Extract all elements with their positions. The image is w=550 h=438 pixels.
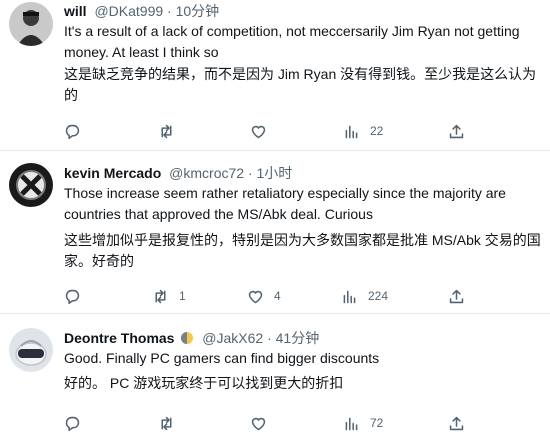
reply-button[interactable] [64, 121, 91, 141]
retweet-button[interactable] [158, 413, 185, 433]
tweet-text: Good. Finally PC gamers can find bigger … [64, 350, 380, 366]
like-button[interactable] [250, 413, 277, 433]
avatar[interactable] [9, 163, 53, 207]
share-button[interactable] [448, 413, 465, 433]
tweet-deontre-thomas[interactable]: Deontre Thomas @JakX62 · 41分钟 Good. Fina… [0, 314, 550, 438]
views-icon [343, 290, 356, 303]
display-name[interactable]: kevin Mercado [64, 165, 161, 181]
like-count: 4 [274, 289, 281, 303]
tweet-header: will @DKat999 · 10分钟 [64, 2, 219, 20]
tweet-translation: 这是缺乏竞争的结果，而不是因为 Jim Ryan 没有得到钱。至少我是这么认为的 [64, 66, 537, 103]
tweet-translation: 这些增加似乎是报复性的，特别是因为大多数国家都是批准 MS/Abk 交易的国家。… [64, 232, 541, 269]
display-name[interactable]: will [64, 3, 87, 19]
share-icon [449, 416, 464, 430]
tweet-kevin-mercado[interactable]: kevin Mercado @kmcroc72 · 1小时 Those incr… [0, 151, 550, 312]
separator-dot: · [167, 3, 172, 19]
tweet-header: kevin Mercado @kmcroc72 · 1小时 [64, 164, 292, 182]
share-icon [449, 289, 464, 303]
display-name[interactable]: Deontre Thomas [64, 330, 174, 346]
reply-icon [65, 289, 80, 304]
tweet-will[interactable]: will @DKat999 · 10分钟 It's a result of a … [0, 0, 550, 150]
retweet-icon [155, 289, 166, 303]
action-bar: 72 [64, 413, 484, 433]
user-handle[interactable]: @JakX62 [202, 330, 263, 346]
action-bar: 22 [64, 121, 484, 141]
share-icon [449, 124, 464, 138]
views-button[interactable]: 22 [343, 121, 383, 141]
retweet-count: 1 [179, 289, 186, 303]
separator-dot: · [267, 330, 272, 346]
moon-emoji-icon [180, 331, 194, 349]
action-bar: 1 4 224 [64, 286, 484, 306]
retweet-icon [161, 416, 172, 430]
share-button[interactable] [448, 286, 465, 306]
like-icon [248, 290, 263, 303]
like-button[interactable]: 4 [247, 286, 281, 306]
retweet-button[interactable] [158, 121, 185, 141]
timestamp[interactable]: 41分钟 [276, 330, 320, 346]
like-button[interactable] [250, 121, 277, 141]
user-handle[interactable]: @kmcroc72 [169, 165, 244, 181]
timestamp[interactable]: 1小时 [257, 165, 293, 181]
views-button[interactable]: 72 [343, 413, 383, 433]
views-count: 22 [370, 124, 384, 138]
tweet-text: Those increase seem rather retaliatory e… [64, 185, 506, 222]
separator-dot: · [247, 165, 253, 181]
reply-button[interactable] [64, 286, 91, 306]
views-icon [345, 125, 358, 138]
like-icon [251, 417, 266, 430]
retweet-icon [161, 124, 172, 138]
reply-thread: will @DKat999 · 10分钟 It's a result of a … [0, 0, 550, 438]
views-count: 224 [368, 289, 389, 303]
reply-icon [65, 124, 80, 139]
views-icon [345, 417, 358, 430]
user-handle[interactable]: @DKat999 [94, 3, 163, 19]
tweet-text: It's a result of a lack of competition, … [64, 23, 520, 60]
tweet-header: Deontre Thomas @JakX62 · 41分钟 [64, 329, 319, 349]
retweet-button[interactable]: 1 [152, 286, 186, 306]
views-button[interactable]: 224 [341, 286, 388, 306]
views-count: 72 [370, 416, 384, 430]
timestamp[interactable]: 10分钟 [176, 3, 220, 19]
share-button[interactable] [448, 121, 465, 141]
tweet-translation: 好的。 PC 游戏玩家终于可以找到更大的折扣 [64, 375, 344, 391]
avatar[interactable] [9, 328, 53, 372]
reply-icon [65, 416, 80, 431]
like-icon [251, 125, 266, 138]
avatar[interactable] [9, 2, 53, 46]
reply-button[interactable] [64, 413, 91, 433]
